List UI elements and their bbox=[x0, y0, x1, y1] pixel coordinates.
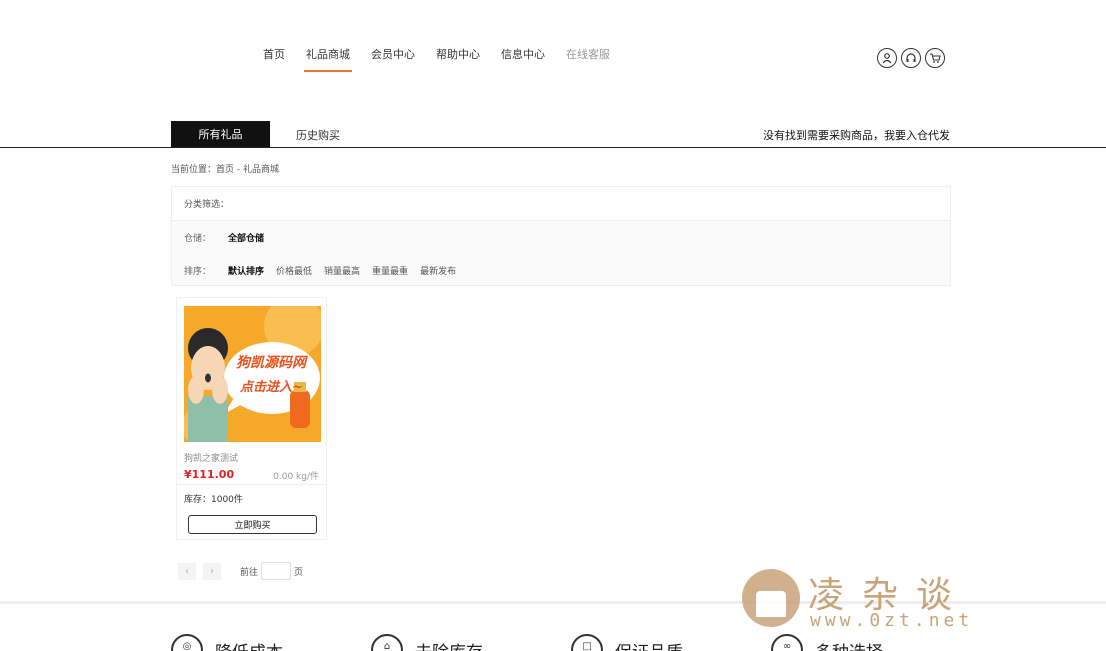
feature-label: 降低成本 bbox=[215, 638, 283, 651]
image-text-line2: 点击进入~ bbox=[240, 380, 303, 395]
choices-icon: ∞ bbox=[771, 634, 803, 651]
header-icons bbox=[877, 48, 945, 68]
sort-label: 排序： bbox=[184, 267, 212, 277]
filter-panel: 分类筛选： 仓储： 全部仓储 排序： 默认排序 价格最低 销量最高 重量最重 最… bbox=[171, 186, 951, 286]
cart-icon[interactable] bbox=[925, 48, 945, 68]
tab-all-gifts[interactable]: 所有礼品 bbox=[171, 121, 270, 147]
pagination: ‹ › 前往 页 bbox=[178, 562, 303, 580]
product-price: ¥111.00 bbox=[184, 468, 235, 481]
nav-item-home[interactable]: 首页 bbox=[263, 46, 285, 68]
user-icon[interactable] bbox=[877, 48, 897, 68]
sort-option-weight-heaviest[interactable]: 重量最重 bbox=[372, 264, 408, 277]
nav-item-online-service[interactable]: 在线客服 bbox=[566, 46, 610, 68]
nav-item-gift-mall[interactable]: 礼品商城 bbox=[304, 46, 352, 72]
watermark: 凌杂谈 www.0zt.net bbox=[742, 566, 1002, 636]
feature-clear-inventory: ⌂ 去除库存 bbox=[371, 634, 571, 651]
goto-label: 前往 bbox=[240, 567, 259, 578]
warehouse-dropship-link[interactable]: 没有找到需要采购商品，我要入仓代发 bbox=[763, 127, 950, 143]
quality-icon: □ bbox=[571, 634, 603, 651]
sort-option-price-lowest[interactable]: 价格最低 bbox=[276, 264, 312, 277]
feature-label: 保证品质 bbox=[615, 638, 683, 651]
product-card[interactable]: 狗凯源码网 点击进入~ 狗凯之家测试 ¥111.00 0.00 kg/件 库存：… bbox=[176, 297, 327, 540]
watermark-logo-icon bbox=[742, 569, 800, 627]
page-suffix-label: 页 bbox=[294, 567, 304, 578]
sort-option-sales-highest[interactable]: 销量最高 bbox=[324, 264, 360, 277]
buy-now-button[interactable]: 立即购买 bbox=[188, 515, 317, 534]
product-weight: 0.00 kg/件 bbox=[273, 472, 319, 482]
nav-item-member-center[interactable]: 会员中心 bbox=[371, 46, 415, 68]
feature-reduce-cost: ◎ 降低成本 bbox=[171, 634, 371, 651]
page-number-input[interactable] bbox=[261, 562, 292, 580]
product-stock: 库存：1000件 bbox=[184, 495, 243, 505]
feature-quality: □ 保证品质 bbox=[571, 634, 771, 651]
prev-page-button[interactable]: ‹ bbox=[178, 562, 196, 580]
nav-item-info-center[interactable]: 信息中心 bbox=[501, 46, 545, 68]
warehouse-label: 仓储： bbox=[184, 234, 212, 244]
warehouse-filter: 仓储： 全部仓储 bbox=[184, 231, 276, 244]
cost-icon: ◎ bbox=[171, 634, 203, 651]
features-row: ◎ 降低成本 ⌂ 去除库存 □ 保证品质 ∞ 多种选择 bbox=[171, 634, 971, 651]
sort-filter: 排序： 默认排序 价格最低 销量最高 重量最重 最新发布 bbox=[184, 264, 468, 277]
watermark-url: www.0zt.net bbox=[810, 610, 974, 631]
category-filter-label: 分类筛选： bbox=[172, 187, 950, 221]
card-divider bbox=[177, 484, 326, 485]
feature-label: 去除库存 bbox=[415, 638, 483, 651]
home-icon: ⌂ bbox=[371, 634, 403, 651]
tabs-bar: 所有礼品 历史购买 没有找到需要采购商品，我要入仓代发 bbox=[0, 121, 1106, 148]
next-page-button[interactable]: › bbox=[203, 562, 221, 580]
feature-label: 多种选择 bbox=[815, 638, 883, 651]
main-nav: 首页 礼品商城 会员中心 帮助中心 信息中心 在线客服 bbox=[263, 46, 631, 72]
warehouse-option-all[interactable]: 全部仓储 bbox=[228, 231, 264, 244]
nav-item-help-center[interactable]: 帮助中心 bbox=[436, 46, 480, 68]
breadcrumb: 当前位置：首页 - 礼品商城 bbox=[171, 165, 279, 175]
product-image[interactable]: 狗凯源码网 点击进入~ bbox=[184, 306, 321, 442]
headset-icon[interactable] bbox=[901, 48, 921, 68]
feature-variety: ∞ 多种选择 bbox=[771, 634, 971, 651]
tab-history-purchase[interactable]: 历史购买 bbox=[296, 127, 340, 143]
product-name[interactable]: 狗凯之家测试 bbox=[184, 451, 238, 464]
image-text-line1: 狗凯源码网 bbox=[236, 355, 306, 371]
sort-option-newest[interactable]: 最新发布 bbox=[420, 264, 456, 277]
sort-option-default[interactable]: 默认排序 bbox=[228, 264, 264, 277]
